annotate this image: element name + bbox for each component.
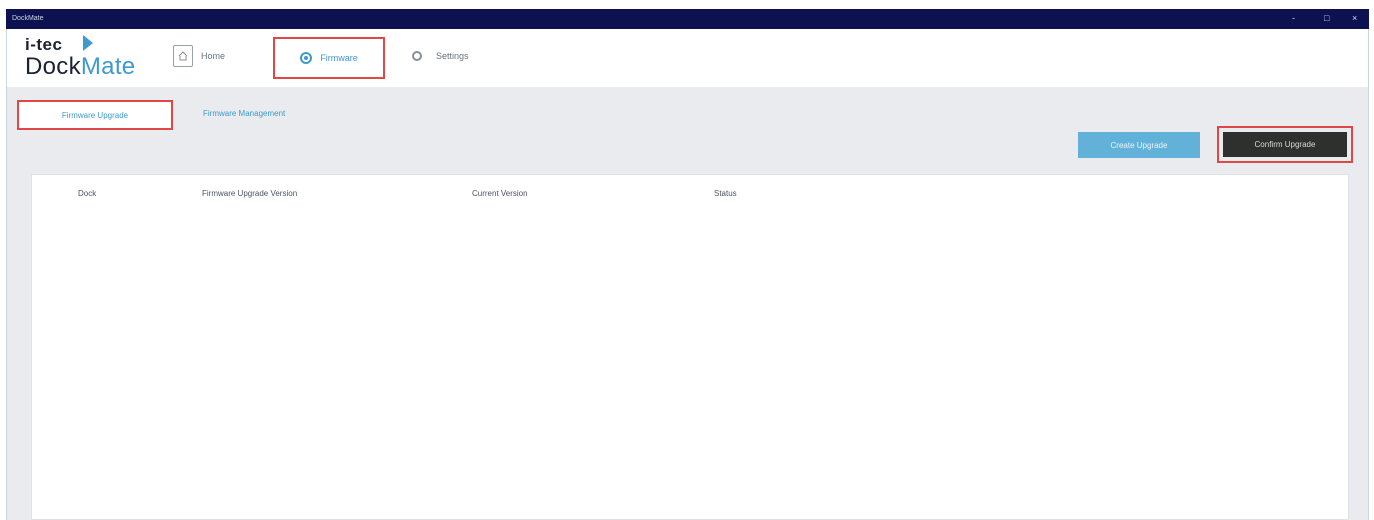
- confirm-upgrade-highlight: Confirm Upgrade: [1217, 126, 1353, 163]
- home-icon: [173, 45, 193, 67]
- confirm-upgrade-button[interactable]: Confirm Upgrade: [1223, 132, 1347, 157]
- column-header-dock[interactable]: Dock: [78, 189, 96, 198]
- maximize-button[interactable]: □: [1324, 13, 1329, 23]
- window-title: DockMate: [12, 15, 44, 22]
- close-button[interactable]: ×: [1352, 13, 1357, 23]
- settings-icon: [412, 51, 422, 61]
- nav-firmware[interactable]: Firmware: [273, 37, 385, 79]
- logo-name-dock: Dock: [25, 53, 81, 80]
- logo-name-mate: Mate: [80, 53, 136, 80]
- column-header-current-version[interactable]: Current Version: [472, 189, 528, 198]
- tab-firmware-management[interactable]: Firmware Management: [203, 109, 285, 118]
- logo-brand: i-tec: [25, 35, 63, 54]
- upgrade-table: Dock Firmware Upgrade Version Current Ve…: [31, 174, 1349, 520]
- nav-home-label: Home: [201, 51, 226, 61]
- minimize-button[interactable]: -: [1292, 13, 1295, 23]
- nav-settings-label: Settings: [436, 51, 469, 61]
- create-upgrade-button[interactable]: Create Upgrade: [1078, 132, 1200, 158]
- tab-firmware-upgrade-label: Firmware Upgrade: [61, 110, 129, 120]
- logo-arrow-icon: [83, 35, 93, 51]
- title-bar: DockMate - □ ×: [6, 9, 1369, 29]
- main-content: Firmware Upgrade Firmware Management Cre…: [6, 87, 1369, 520]
- firmware-icon: [300, 52, 313, 64]
- column-header-upgrade-version[interactable]: Firmware Upgrade Version: [202, 189, 297, 198]
- tab-firmware-upgrade[interactable]: Firmware Upgrade: [17, 100, 173, 130]
- nav-home[interactable]: Home: [173, 39, 225, 73]
- column-header-status[interactable]: Status: [714, 189, 737, 198]
- nav-firmware-label: Firmware: [320, 53, 358, 63]
- nav-settings[interactable]: Settings: [412, 39, 469, 73]
- app-logo: DockMate: [25, 53, 135, 81]
- app-header: i-tec DockMate Home Firmware Settings: [6, 29, 1369, 87]
